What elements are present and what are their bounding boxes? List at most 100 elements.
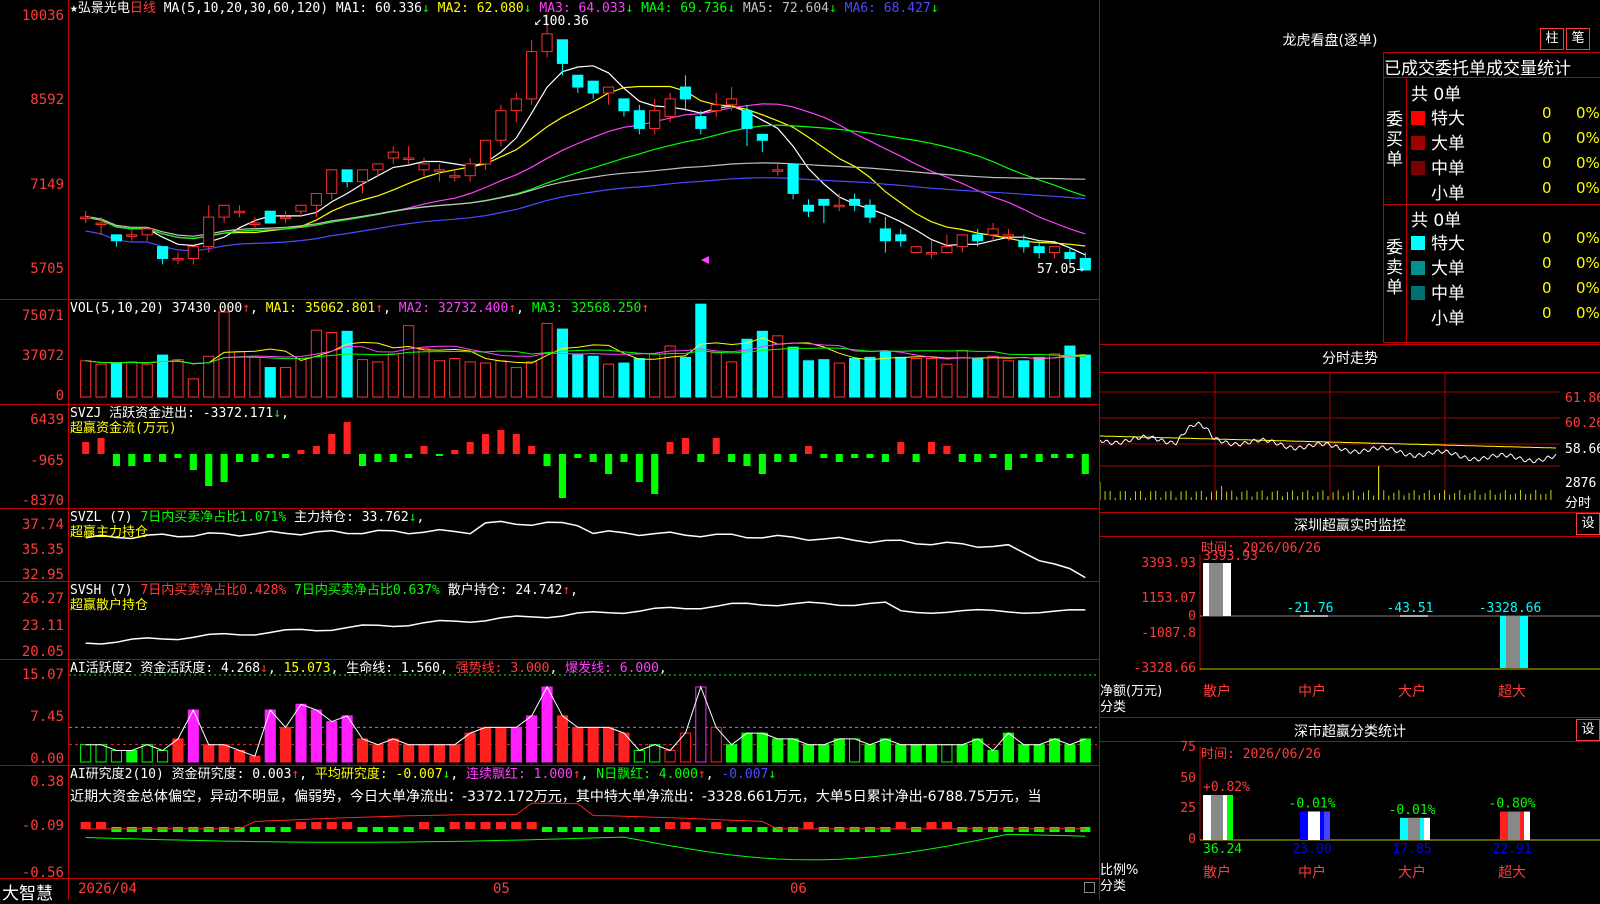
fund-flow-bar <box>651 454 659 494</box>
volume-bar <box>280 367 292 398</box>
research-bar <box>711 822 722 829</box>
category-label: 超大 <box>1498 865 1526 881</box>
left-chart-area[interactable]: 10036 8592 7149 5705 75071 37072 0 6439 … <box>0 0 1100 904</box>
activity-bar <box>925 744 938 763</box>
volume-bar <box>556 328 569 398</box>
ratio-bar-edge <box>1424 817 1430 840</box>
szmonitor-settings-button[interactable]: 设 <box>1576 513 1600 535</box>
candle-down <box>1033 246 1045 254</box>
research-bar <box>757 827 768 832</box>
volume-bar <box>233 351 246 398</box>
fund-flow-bar <box>712 438 720 454</box>
color-swatch-icon <box>1411 136 1425 150</box>
research-bar <box>495 822 506 829</box>
volume-bar <box>387 353 399 398</box>
volume-bar <box>1064 345 1076 398</box>
candle-up <box>418 163 430 171</box>
activity-bar <box>864 744 876 763</box>
fenshi-vol-label: 2876 <box>1565 476 1597 491</box>
fund-flow-bar <box>958 454 966 462</box>
fund-flow-bar <box>497 430 505 454</box>
volume-bar <box>787 346 799 398</box>
volume-bar <box>972 358 984 398</box>
ratio-bar-shade <box>1308 811 1320 840</box>
fenshi-y-label: 61.86 <box>1565 391 1600 406</box>
activity-bar <box>849 738 861 763</box>
tick-view-button[interactable]: 笔 <box>1566 28 1590 50</box>
research-bar <box>465 822 476 829</box>
candle-up <box>187 246 199 259</box>
volume-bar <box>1002 360 1014 398</box>
category-label: 中户 <box>1298 864 1326 881</box>
volume-bar <box>310 329 322 398</box>
ma-values: MA1: 60.336↓ MA2: 62.080↓ MA3: 64.033↓ M… <box>336 1 939 16</box>
research-bar <box>526 822 537 829</box>
period-label[interactable]: 日线 <box>130 1 156 16</box>
ratio-bar-shade <box>1508 811 1520 840</box>
research-bar <box>818 827 829 832</box>
activity-bar <box>510 726 522 763</box>
candle-up <box>833 204 845 208</box>
activity-bar <box>1079 738 1091 763</box>
sell-count: 0 <box>1542 229 1552 247</box>
lock-icon[interactable] <box>1084 882 1095 893</box>
buy-row: 特大 <box>1411 104 1465 129</box>
activity-bar <box>572 726 584 763</box>
buy-count: 0 <box>1542 129 1552 147</box>
ma-line-2 <box>85 85 1086 247</box>
research-bar <box>418 822 430 829</box>
research-bar <box>95 822 107 829</box>
category-label: 分类 <box>1100 700 1127 715</box>
star-icon[interactable]: ★ <box>70 1 78 16</box>
activity-bar <box>726 744 738 763</box>
research-bar <box>326 822 337 829</box>
fund-flow-bar <box>789 454 797 462</box>
net-flow-value: -3328.66 <box>1479 601 1542 616</box>
net-flow-bar-shade <box>1209 563 1223 616</box>
research-bar <box>449 822 460 829</box>
ratio-value: 23.00 <box>1292 842 1331 857</box>
candle-up <box>218 204 230 218</box>
activity-bar <box>80 744 92 763</box>
class-y-label: 0 <box>1188 832 1196 847</box>
category-ratio-chart[interactable]: 75 50 25 0 +0.82% 36.24 散户 -0.01% 23.00 中户 -0.01% 1… <box>1100 741 1600 900</box>
candle-up <box>464 163 476 177</box>
research-bar <box>849 827 860 832</box>
research-bar <box>1018 827 1029 832</box>
candle-up <box>541 33 553 53</box>
fund-flow-bar <box>697 454 705 462</box>
ma-line-5 <box>85 162 1086 237</box>
net-flow-value: 3393.93 <box>1203 549 1258 564</box>
sell-row: 中单 <box>1411 279 1465 304</box>
activity-bar <box>802 744 815 763</box>
research-bar <box>280 827 291 832</box>
volume-bar <box>80 360 92 398</box>
volume-bar <box>1018 360 1030 398</box>
color-swatch-icon <box>1411 111 1425 125</box>
research-bar <box>957 827 968 832</box>
k-line-chart[interactable] <box>0 0 1099 900</box>
candle-down <box>341 169 353 183</box>
candle-up <box>280 216 292 220</box>
candle-down <box>864 204 876 218</box>
svsh-header: SVSH (7) 7日内买卖净占比0.428% 7日内买卖净占比0.637% 散… <box>70 583 578 598</box>
candle-up <box>95 222 107 226</box>
research-bar <box>1049 827 1060 832</box>
fund-flow-bar <box>728 454 736 462</box>
net-flow-chart[interactable]: 3393.931153.070-1087.8-3328.663393.93散户-… <box>1100 536 1600 714</box>
intraday-chart[interactable] <box>1100 372 1600 510</box>
huo-header: AI活跃度2 资金活跃度: 4.268↓, 15.073, 生命线: 1.560… <box>70 661 667 676</box>
fund-flow-bar <box>112 454 120 466</box>
research-bar <box>403 827 414 832</box>
column-view-button[interactable]: 柱 <box>1540 28 1564 50</box>
candle-up <box>925 252 938 255</box>
candle-down <box>110 234 123 242</box>
candle-down <box>802 204 815 212</box>
szclass-settings-button[interactable]: 设 <box>1576 719 1600 741</box>
volume-bar <box>326 331 338 398</box>
activity-bar <box>218 744 230 763</box>
ma-header: MA(5,10,20,30,60,120) <box>163 1 329 16</box>
sell-name: 大单 <box>1431 259 1465 279</box>
fund-flow-bar <box>605 454 613 474</box>
fund-flow-bar <box>1066 454 1074 458</box>
